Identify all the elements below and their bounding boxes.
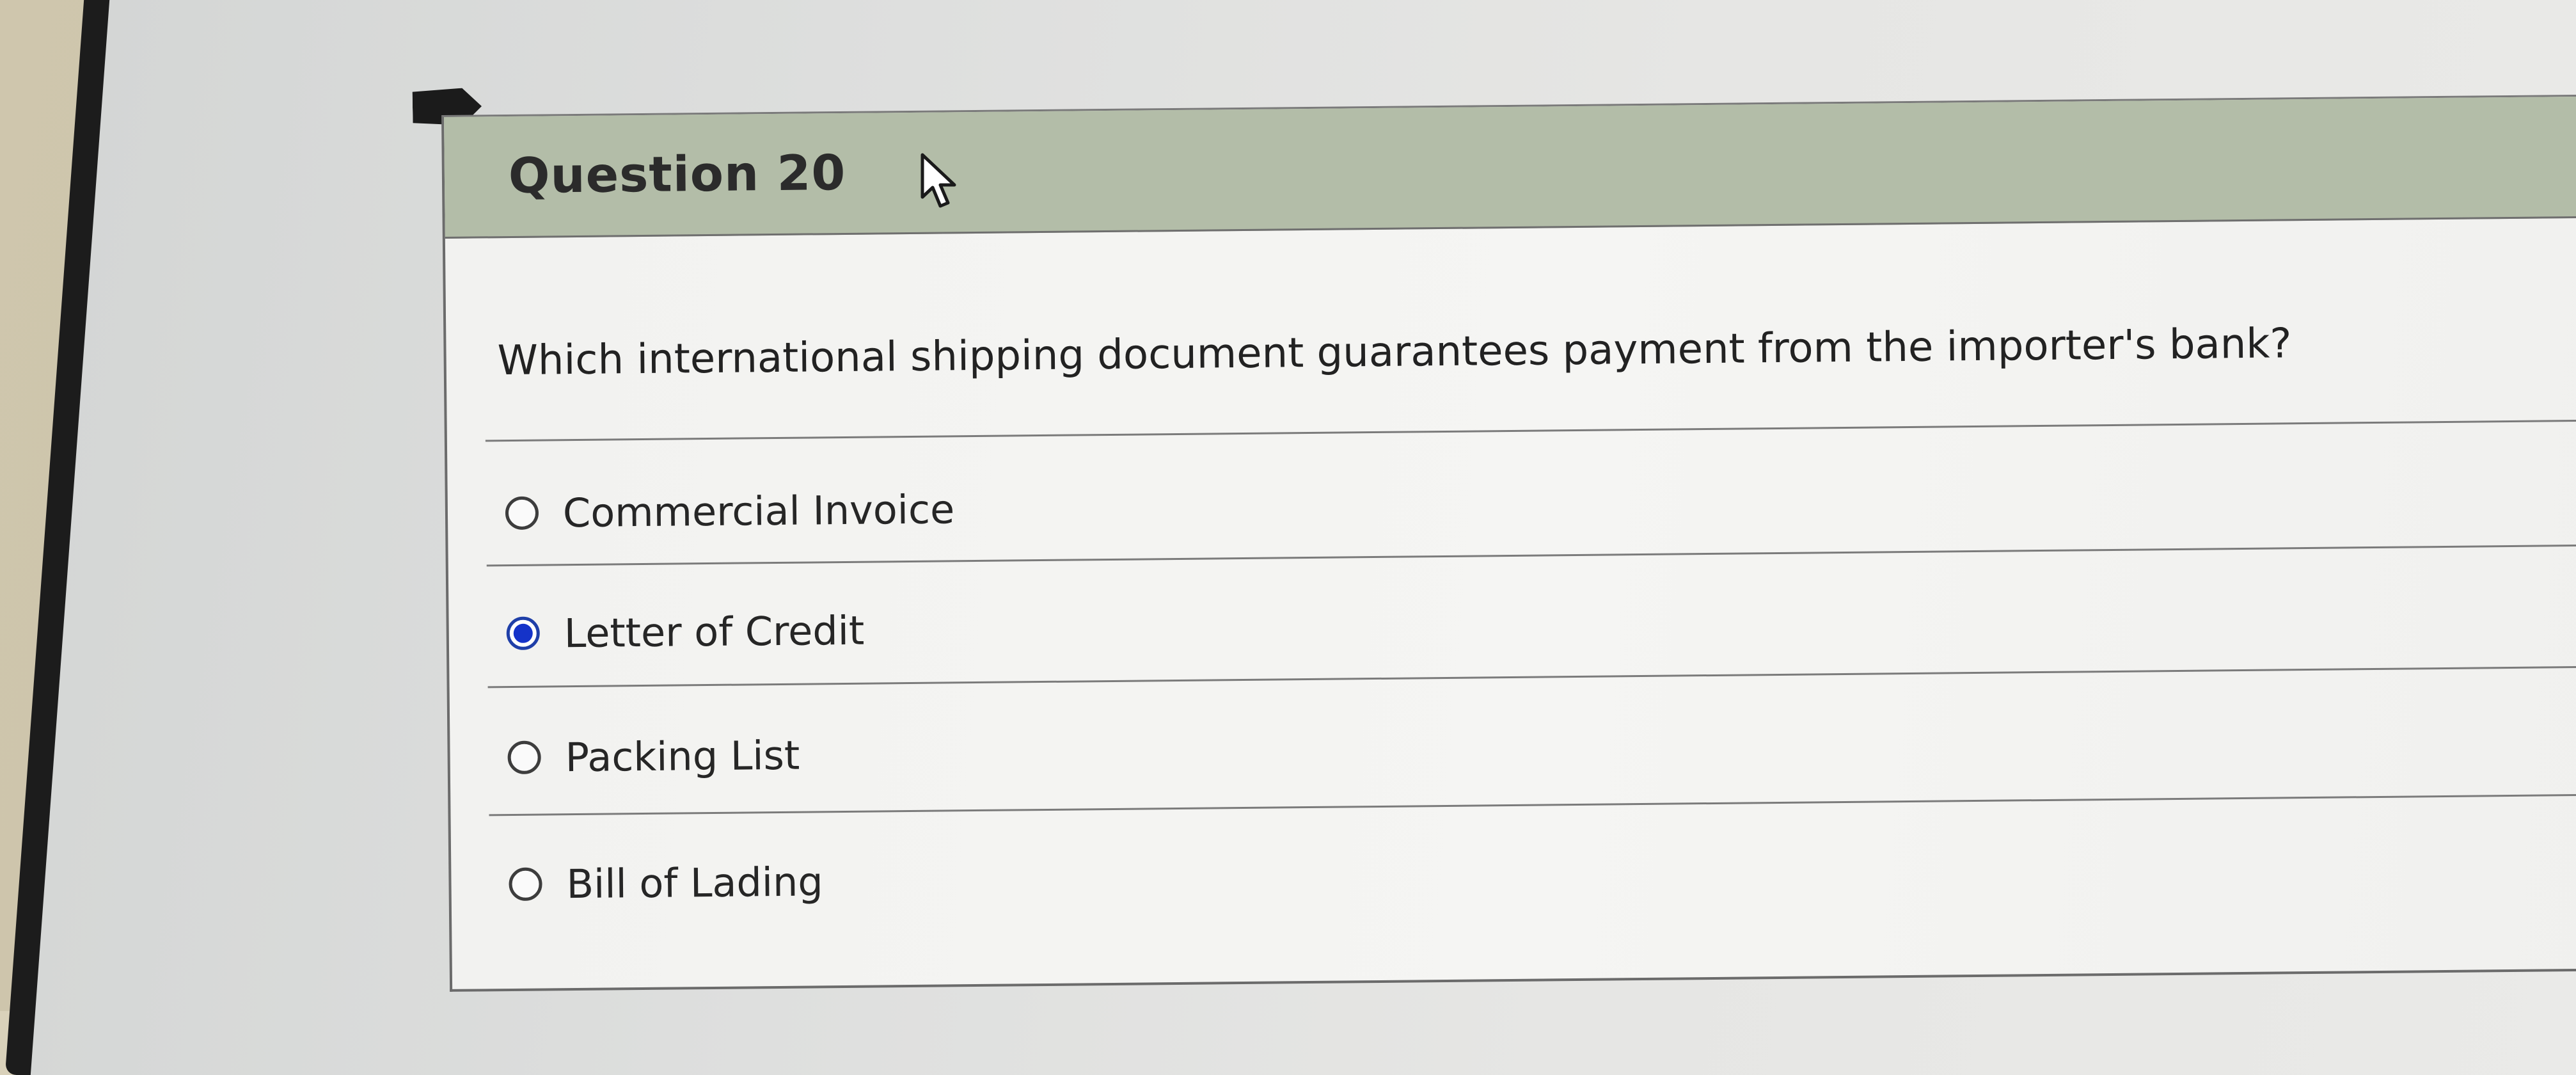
prompt-divider: [485, 418, 2576, 442]
option-divider: [489, 793, 2576, 816]
option-label: Packing List: [565, 731, 800, 781]
option-label: Bill of Lading: [566, 857, 824, 907]
answer-option-letter-of-credit[interactable]: Letter of Credit: [506, 592, 865, 672]
radio-button-icon[interactable]: [509, 867, 542, 902]
option-label: Commercial Invoice: [562, 485, 955, 536]
radio-button-icon[interactable]: [505, 496, 539, 530]
radio-button-icon[interactable]: [507, 740, 541, 775]
answer-option-commercial-invoice[interactable]: Commercial Invoice: [505, 470, 954, 552]
question-prompt: Which international shipping document gu…: [497, 320, 2292, 385]
mouse-pointer-icon: [921, 153, 956, 208]
option-label: Letter of Credit: [564, 607, 865, 657]
answer-option-bill-of-lading[interactable]: Bill of Lading: [509, 843, 823, 923]
answer-option-packing-list[interactable]: Packing List: [507, 717, 800, 796]
radio-button-selected-icon[interactable]: [506, 616, 541, 651]
question-title: Question 20: [508, 143, 846, 204]
question-header: Question 20: [444, 95, 2576, 239]
question-panel: Question 20 Which international shipping…: [441, 93, 2576, 992]
